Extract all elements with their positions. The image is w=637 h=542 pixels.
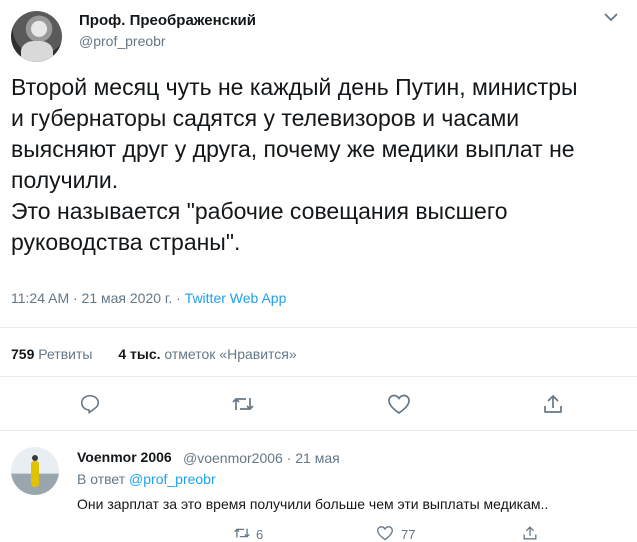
tweet-time[interactable]: 11:24 AM · 21 мая 2020 г. ·: [11, 290, 185, 306]
reply-author-avatar[interactable]: [11, 447, 59, 495]
reply-text: Они зарплат за это время получили больше…: [77, 496, 549, 512]
divider: [0, 376, 637, 377]
author-handle[interactable]: @prof_preobr: [79, 33, 166, 49]
reply-to-mention[interactable]: @prof_preobr: [129, 471, 216, 487]
reply-author-handle[interactable]: @voenmor2006 · 21 мая: [183, 450, 340, 466]
author-name[interactable]: Проф. Преображенский: [79, 12, 256, 29]
retweet-icon[interactable]: [231, 393, 255, 417]
tweet-stats: 759 Ретвиты 4 тыс. отметок «Нравится»: [11, 346, 297, 362]
divider: [0, 430, 637, 431]
retweets-label[interactable]: Ретвиты: [38, 346, 92, 362]
reply-author-name[interactable]: Voenmor 2006: [77, 449, 172, 465]
likes-label[interactable]: отметок «Нравится»: [164, 346, 296, 362]
tweet-meta: 11:24 AM · 21 мая 2020 г. · Twitter Web …: [11, 290, 286, 306]
share-icon[interactable]: [542, 393, 564, 417]
tweet-text: Второй месяц чуть не каждый день Путин, …: [11, 74, 578, 255]
reply-like-icon[interactable]: [376, 525, 394, 541]
likes-count[interactable]: 4 тыс.: [118, 346, 160, 362]
reply-to-prefix: В ответ: [77, 471, 130, 487]
reply-share-icon[interactable]: [522, 525, 538, 541]
divider: [0, 327, 637, 328]
chevron-down-icon[interactable]: [604, 12, 618, 22]
reply-icon[interactable]: [79, 393, 101, 417]
retweets-count[interactable]: 759: [11, 346, 34, 362]
author-avatar[interactable]: [11, 11, 62, 62]
tweet-source[interactable]: Twitter Web App: [185, 290, 287, 306]
reply-to-line: В ответ @prof_preobr: [77, 471, 216, 487]
reply-retweet-icon[interactable]: [233, 525, 251, 541]
like-icon[interactable]: [387, 393, 411, 417]
